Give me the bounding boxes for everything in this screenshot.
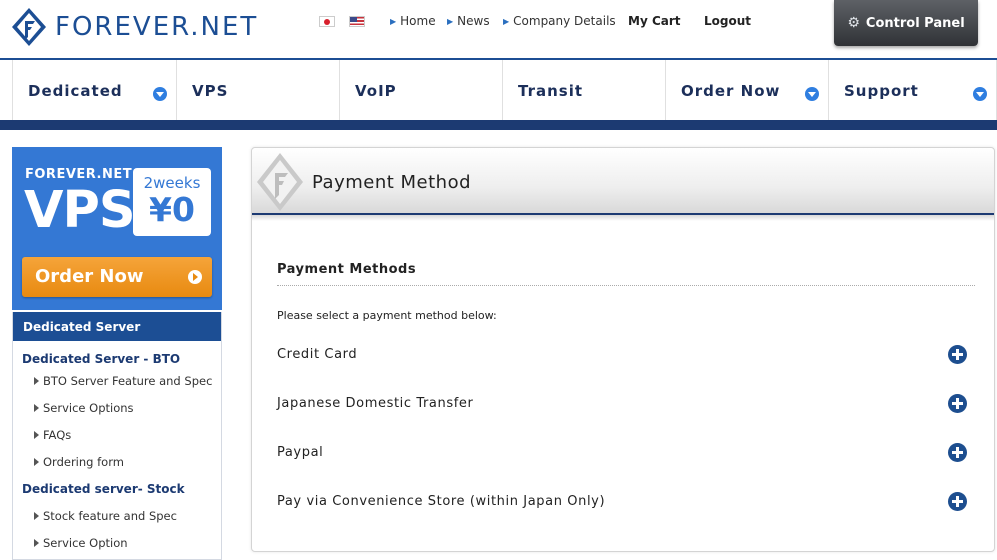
dotted-divider bbox=[277, 285, 975, 286]
logo-text: FOREVER.NET bbox=[55, 12, 259, 42]
payment-option-paypal[interactable]: Paypal bbox=[277, 443, 967, 465]
nav-item-order-now[interactable]: Order Now bbox=[665, 60, 828, 121]
gear-icon: ⚙ bbox=[847, 15, 860, 31]
arrow-right-icon: ▶ bbox=[447, 17, 454, 26]
caret-right-icon bbox=[34, 458, 39, 466]
promo-brand: FOREVER.NET bbox=[25, 167, 133, 182]
expand-plus-icon[interactable] bbox=[948, 492, 967, 511]
company-details-link[interactable]: ▶ Company Details bbox=[503, 14, 616, 28]
chevron-down-icon[interactable] bbox=[153, 87, 167, 101]
nav-label: Order Now bbox=[681, 81, 781, 100]
sidebar-link[interactable]: BTO Server Feature and Spec bbox=[13, 368, 221, 395]
nav-item-transit[interactable]: Transit bbox=[502, 60, 665, 121]
arrow-right-icon: ▶ bbox=[503, 17, 510, 26]
news-link-label: News bbox=[457, 14, 490, 28]
caret-right-icon bbox=[34, 404, 39, 412]
payment-option-label: Paypal bbox=[277, 445, 324, 460]
section-title: Payment Methods bbox=[277, 262, 417, 277]
my-cart-link[interactable]: My Cart bbox=[628, 14, 681, 28]
sidebar-link-label: FAQs bbox=[43, 428, 72, 442]
company-details-label: Company Details bbox=[513, 14, 616, 28]
payment-option-label: Japanese Domestic Transfer bbox=[277, 396, 474, 411]
nav-label: VoIP bbox=[355, 81, 397, 100]
payment-option-credit-card[interactable]: Credit Card bbox=[277, 345, 967, 367]
sidebar-link-label: Service Option bbox=[43, 536, 128, 550]
nav-underline-bar bbox=[0, 120, 997, 130]
news-link[interactable]: ▶ News bbox=[447, 14, 490, 28]
caret-right-icon bbox=[34, 539, 39, 547]
logout-link[interactable]: Logout bbox=[704, 14, 751, 28]
logo-watermark-icon bbox=[257, 153, 303, 211]
page-title: Payment Method bbox=[312, 172, 472, 193]
panel-header-shadow bbox=[252, 215, 994, 221]
site-logo[interactable]: FOREVER.NET bbox=[11, 7, 258, 47]
chevron-down-icon[interactable] bbox=[805, 87, 819, 101]
sidebar-group-stock[interactable]: Dedicated server- Stock bbox=[13, 476, 221, 503]
payment-option-domestic-transfer[interactable]: Japanese Domestic Transfer bbox=[277, 394, 967, 416]
sidebar-link[interactable]: Stock feature and Spec bbox=[13, 503, 221, 530]
nav-item-dedicated[interactable]: Dedicated bbox=[12, 60, 176, 121]
nav-label: Support bbox=[844, 81, 919, 100]
logo-icon bbox=[12, 8, 46, 46]
chevron-down-icon[interactable] bbox=[973, 87, 987, 101]
arrow-right-circle-icon bbox=[188, 270, 202, 284]
top-header: FOREVER.NET ▶ Home ▶ News ▶ Company Details… bbox=[0, 0, 997, 58]
sidebar-link-label: Stock feature and Spec bbox=[43, 509, 177, 523]
intro-text: Please select a payment method below: bbox=[277, 309, 497, 322]
payment-option-label: Credit Card bbox=[277, 347, 358, 362]
arrow-right-icon: ▶ bbox=[390, 17, 397, 26]
nav-item-voip[interactable]: VoIP bbox=[339, 60, 502, 121]
control-panel-button[interactable]: ⚙ Control Panel bbox=[834, 0, 978, 46]
home-link-label: Home bbox=[400, 14, 436, 28]
sidebar-link[interactable]: Service Options bbox=[13, 395, 221, 422]
nav-label: VPS bbox=[192, 81, 229, 100]
payment-method-panel: Payment Method Payment Methods Please se… bbox=[251, 147, 995, 552]
expand-plus-icon[interactable] bbox=[948, 394, 967, 413]
expand-plus-icon[interactable] bbox=[948, 345, 967, 364]
control-panel-label: Control Panel bbox=[865, 15, 965, 31]
expand-plus-icon[interactable] bbox=[948, 443, 967, 462]
sidebar-link-label: Service Options bbox=[43, 401, 134, 415]
sidebar-link-label: Ordering form bbox=[43, 455, 124, 469]
nav-label: Transit bbox=[518, 81, 584, 100]
main-nav: Dedicated VPS VoIP Transit Order Now Sup… bbox=[0, 58, 997, 121]
sidebar-link-label: BTO Server Feature and Spec bbox=[43, 374, 213, 388]
nav-label: Dedicated bbox=[28, 81, 123, 100]
sidebar-group-bto[interactable]: Dedicated Server - BTO bbox=[13, 341, 221, 368]
caret-right-icon bbox=[34, 431, 39, 439]
sidebar-link[interactable]: Service Option bbox=[13, 530, 221, 557]
caret-right-icon bbox=[34, 512, 39, 520]
promo-order-now-button[interactable]: Order Now bbox=[22, 257, 212, 297]
sidebar-link[interactable]: FAQs bbox=[13, 422, 221, 449]
panel-header: Payment Method bbox=[252, 148, 994, 214]
japanese-flag-icon[interactable] bbox=[319, 16, 335, 27]
promo-price-box: 2weeks ¥0 bbox=[133, 168, 211, 236]
promo-product: VPS bbox=[24, 181, 136, 240]
vps-promo-banner[interactable]: FOREVER.NET VPS 2weeks ¥0 Order Now bbox=[12, 147, 222, 310]
nav-item-vps[interactable]: VPS bbox=[176, 60, 339, 121]
home-link[interactable]: ▶ Home bbox=[390, 14, 436, 28]
payment-option-convenience-store[interactable]: Pay via Convenience Store (within Japan … bbox=[277, 492, 967, 514]
payment-option-label: Pay via Convenience Store (within Japan … bbox=[277, 494, 606, 509]
nav-item-support[interactable]: Support bbox=[828, 60, 997, 121]
promo-order-label: Order Now bbox=[35, 266, 144, 287]
sidebar-link[interactable]: Ordering form bbox=[13, 449, 221, 476]
sidebar-heading[interactable]: Dedicated Server bbox=[13, 312, 221, 341]
promo-price: ¥0 bbox=[149, 190, 195, 229]
caret-right-icon bbox=[34, 377, 39, 385]
sidebar-nav: Dedicated Server Dedicated Server - BTO … bbox=[12, 312, 222, 560]
english-flag-icon[interactable] bbox=[349, 16, 365, 27]
